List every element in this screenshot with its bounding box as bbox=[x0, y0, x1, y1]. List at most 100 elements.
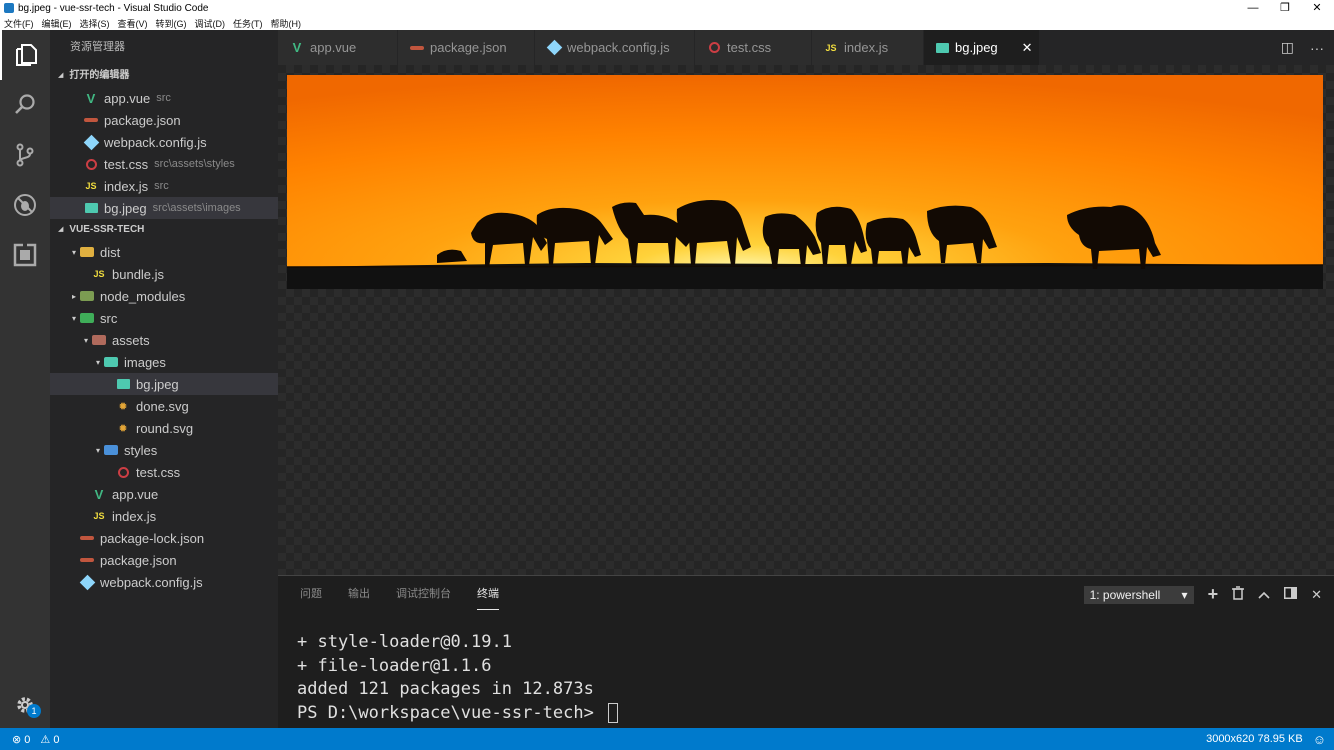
warning-status: ⚠ 0 bbox=[40, 733, 59, 746]
json-icon bbox=[84, 114, 98, 126]
project-header[interactable]: ◢ VUE-SSR-TECH bbox=[50, 219, 278, 241]
chevron-down-icon: ◢ bbox=[58, 226, 64, 233]
tree-folder[interactable]: ▾ images bbox=[50, 351, 278, 373]
vue-icon: V bbox=[86, 90, 96, 106]
tree-folder[interactable]: ▸ node_modules bbox=[50, 285, 278, 307]
tree-file[interactable]: JS bundle.js bbox=[50, 263, 278, 285]
editor-actions: ◫ ··· bbox=[1281, 30, 1324, 65]
file-name: webpack.config.js bbox=[104, 134, 207, 150]
tab-webpack-config-js[interactable]: webpack.config.js bbox=[535, 30, 695, 65]
open-editor-item[interactable]: webpack.config.js bbox=[50, 131, 278, 153]
new-terminal-icon[interactable]: + bbox=[1208, 584, 1219, 605]
tab-label: package.json bbox=[430, 40, 507, 55]
file-name: index.js bbox=[112, 508, 157, 524]
open-editors-label: 打开的编辑器 bbox=[69, 70, 130, 81]
warning-count: 0 bbox=[53, 733, 60, 746]
problems-status[interactable]: ⊗ 0 ⚠ 0 bbox=[12, 733, 59, 746]
tree-folder[interactable]: ▾ src bbox=[50, 307, 278, 329]
tree-folder[interactable]: ▾ dist bbox=[50, 241, 278, 263]
tab-package-json[interactable]: package.json bbox=[398, 30, 535, 65]
tree-file[interactable]: test.css bbox=[50, 461, 278, 483]
file-tree: ▾ dist JS bundle.js ▸ node_modules ▾ src ▾ assets… bbox=[50, 241, 278, 593]
settings-gear-icon[interactable] bbox=[0, 680, 50, 730]
maximize-button[interactable]: ❐ bbox=[1270, 0, 1300, 16]
chevron-down-icon: ▾ bbox=[1181, 587, 1188, 602]
file-name: node_modules bbox=[100, 288, 186, 304]
menu-edit[interactable]: 编辑(E) bbox=[42, 17, 72, 30]
file-name: dist bbox=[100, 244, 121, 260]
minimize-button[interactable]: — bbox=[1238, 0, 1268, 16]
tab-output[interactable]: 输出 bbox=[348, 577, 370, 609]
more-actions-icon[interactable]: ··· bbox=[1310, 40, 1324, 56]
menu-goto[interactable]: 转到(G) bbox=[156, 17, 187, 30]
folder-icon bbox=[80, 290, 94, 302]
tree-file[interactable]: ✹ round.svg bbox=[50, 417, 278, 439]
search-icon[interactable] bbox=[0, 80, 50, 130]
extensions-icon[interactable] bbox=[0, 230, 50, 280]
tree-file[interactable]: ✹ done.svg bbox=[50, 395, 278, 417]
terminal-line: added 121 packages in 12.873s bbox=[297, 679, 594, 699]
open-editor-item[interactable]: Vapp.vue src bbox=[50, 87, 278, 109]
file-name: test.css bbox=[104, 156, 149, 172]
file-name: package.json bbox=[104, 112, 181, 128]
feedback-smiley-icon[interactable]: ☺ bbox=[1313, 732, 1326, 747]
tab-debug-console[interactable]: 调试控制台 bbox=[396, 577, 451, 609]
tree-folder[interactable]: ▾ styles bbox=[50, 439, 278, 461]
menu-tasks[interactable]: 任务(T) bbox=[233, 17, 263, 30]
tab-test-css[interactable]: test.css bbox=[695, 30, 812, 65]
js-icon: JS bbox=[85, 181, 97, 191]
close-window-button[interactable]: ✕ bbox=[1302, 0, 1332, 16]
file-name: done.svg bbox=[136, 398, 189, 414]
folder-icon bbox=[104, 444, 118, 456]
terminal-prompt-line: PS D:\workspace\vue-ssr-tech> bbox=[297, 702, 619, 726]
tree-file[interactable]: bg.jpeg bbox=[50, 373, 278, 395]
menu-help[interactable]: 帮助(H) bbox=[271, 17, 302, 30]
toggle-panel-icon[interactable] bbox=[1284, 587, 1298, 602]
file-name: package-lock.json bbox=[100, 530, 205, 546]
terminal-output[interactable]: + style-loader@0.19.1 + file-loader@1.1.… bbox=[297, 631, 619, 726]
menu-file[interactable]: 文件(F) bbox=[4, 17, 34, 30]
folder-icon bbox=[80, 312, 94, 324]
menu-debug[interactable]: 调试(D) bbox=[195, 17, 226, 30]
editor-tabs: Vapp.vue package.json webpack.config.js tes… bbox=[278, 30, 1334, 65]
files-icon[interactable] bbox=[0, 30, 50, 80]
tab-label: app.vue bbox=[310, 40, 357, 55]
panel-actions: 1: powershell ▾ + ✕ bbox=[1083, 584, 1322, 605]
tree-file[interactable]: Vapp.vue bbox=[50, 483, 278, 505]
file-name: bg.jpeg bbox=[104, 200, 147, 216]
window-title: bg.jpeg - vue-ssr-tech - Visual Studio C… bbox=[18, 2, 209, 14]
open-editors-header[interactable]: ◢ 打开的编辑器 bbox=[50, 65, 278, 87]
terminal-select[interactable]: 1: powershell ▾ bbox=[1083, 585, 1194, 604]
editor-area: Vapp.vue package.json webpack.config.js tes… bbox=[278, 30, 1334, 575]
open-editor-item[interactable]: JS index.js src bbox=[50, 175, 278, 197]
tree-file[interactable]: JS index.js bbox=[50, 505, 278, 527]
folder-icon bbox=[92, 334, 106, 346]
tree-file[interactable]: package-lock.json bbox=[50, 527, 278, 549]
status-bar: ⊗ 0 ⚠ 0 3000x620 78.95 KB ☺ bbox=[0, 728, 1334, 750]
open-editor-item[interactable]: test.css src\assets\styles bbox=[50, 153, 278, 175]
debug-icon[interactable] bbox=[0, 180, 50, 230]
tab-index-js[interactable]: JS index.js bbox=[812, 30, 924, 65]
maximize-panel-icon[interactable] bbox=[1258, 587, 1270, 602]
tab-problems[interactable]: 问题 bbox=[300, 577, 322, 609]
tab-terminal[interactable]: 终端 bbox=[477, 577, 499, 610]
tree-file[interactable]: webpack.config.js bbox=[50, 571, 278, 593]
open-editor-item[interactable]: bg.jpeg src\assets\images bbox=[50, 197, 278, 219]
menu-selection[interactable]: 选择(S) bbox=[80, 17, 110, 30]
js-icon: JS bbox=[93, 511, 105, 521]
panel-tabs: 问题 输出 调试控制台 终端 bbox=[300, 576, 525, 610]
image-info: 3000x620 78.95 KB bbox=[1206, 733, 1303, 745]
open-editor-item[interactable]: package.json bbox=[50, 109, 278, 131]
tab-bg-jpeg[interactable]: bg.jpeg ✕ bbox=[924, 30, 1040, 65]
menu-view[interactable]: 查看(V) bbox=[118, 17, 148, 30]
split-editor-icon[interactable]: ◫ bbox=[1281, 39, 1294, 56]
trash-icon[interactable] bbox=[1232, 586, 1245, 603]
tree-folder[interactable]: ▾ assets bbox=[50, 329, 278, 351]
tab-app-vue[interactable]: Vapp.vue bbox=[278, 30, 398, 65]
close-panel-icon[interactable]: ✕ bbox=[1311, 587, 1322, 603]
tree-file[interactable]: package.json bbox=[50, 549, 278, 571]
file-name: src bbox=[100, 310, 118, 326]
chevron-down-icon: ◢ bbox=[58, 72, 64, 79]
source-control-icon[interactable] bbox=[0, 130, 50, 180]
close-tab-icon[interactable]: ✕ bbox=[1022, 40, 1033, 56]
